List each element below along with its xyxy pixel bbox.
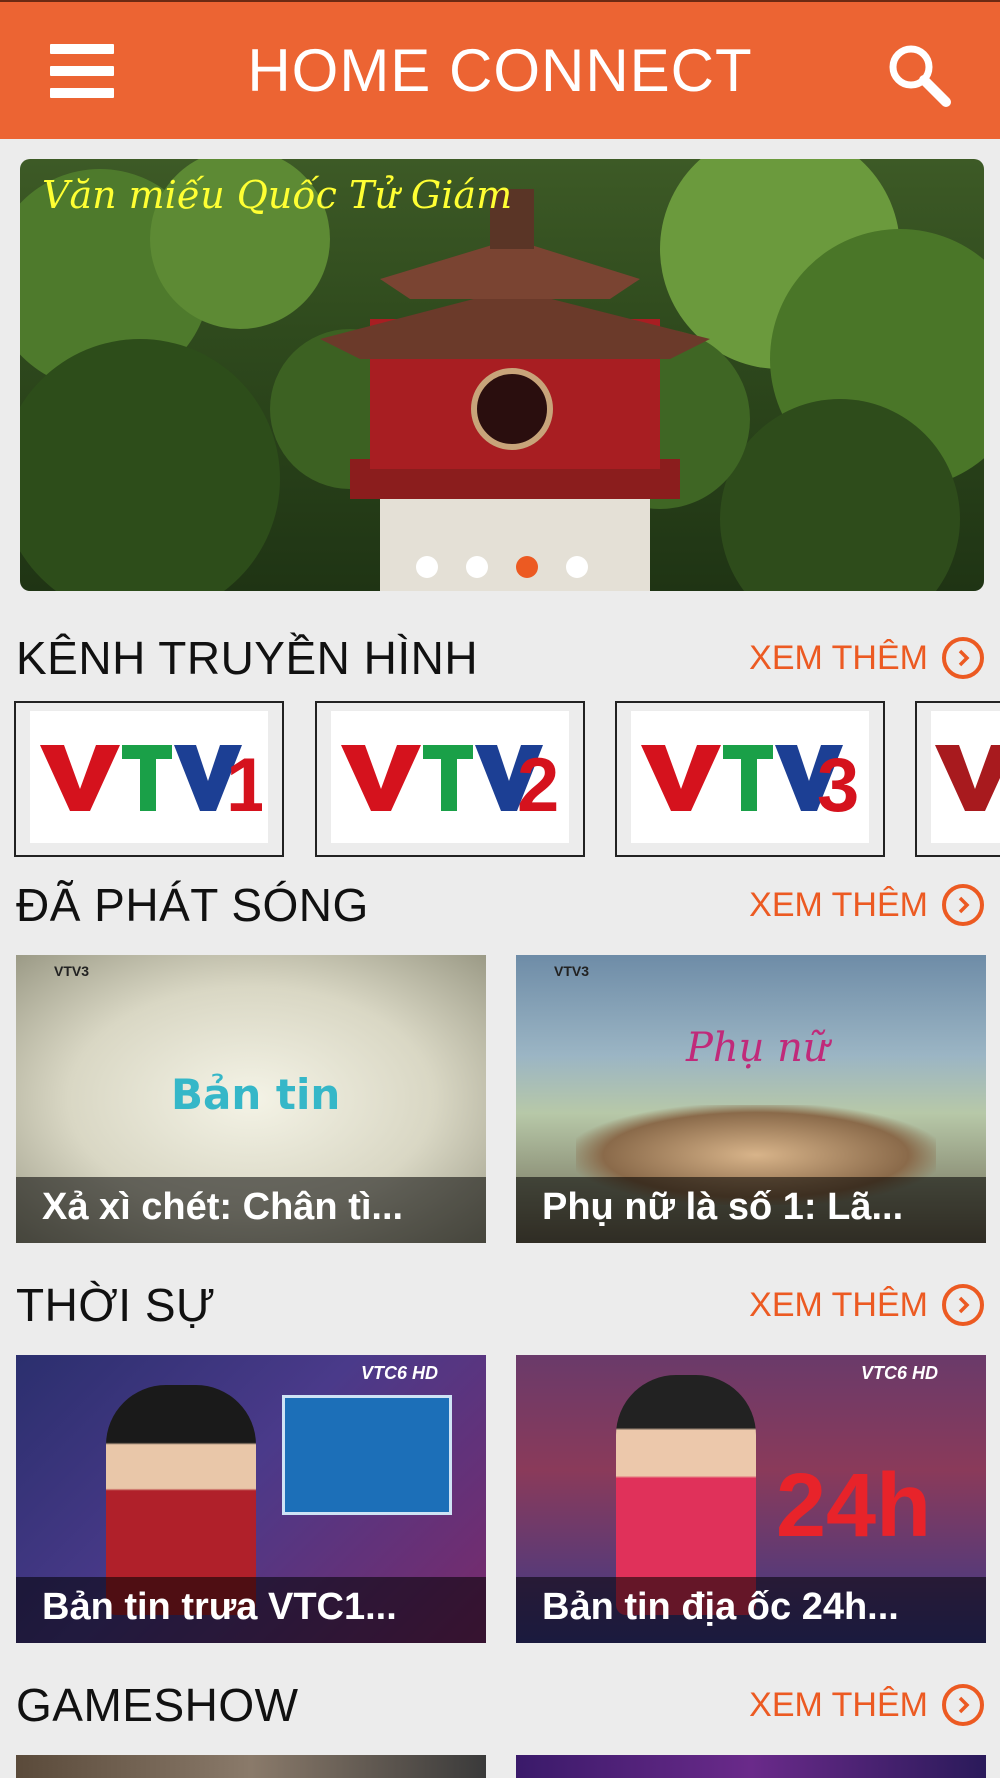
channel-watermark: VTC6 HD — [860, 1363, 938, 1383]
chevron-right-icon — [942, 884, 984, 926]
search-icon[interactable] — [884, 40, 954, 110]
channel-watermark: VTV3 — [54, 963, 90, 979]
see-more-label: XEM THÊM — [749, 1685, 928, 1724]
section-title: THỜI SỰ — [16, 1279, 216, 1331]
show-graphic: Bản tin — [171, 1070, 341, 1119]
see-more-button[interactable]: XEM THÊM — [749, 884, 984, 926]
vtv-logo — [931, 711, 1000, 843]
banner-image — [20, 159, 984, 591]
show-graphic: 24h — [776, 1456, 932, 1556]
video-title: Bản tin trưa VTC1... — [42, 1586, 397, 1628]
channel-vtv-partial[interactable] — [915, 701, 1000, 857]
see-more-button[interactable]: XEM THÊM — [749, 637, 984, 679]
channel-number: 3 — [817, 743, 859, 817]
chevron-right-icon — [942, 1684, 984, 1726]
vtv3-logo: 3 — [631, 711, 869, 843]
news-screen-graphic — [282, 1395, 452, 1515]
video-title: Phụ nữ là số 1: Lã... — [542, 1186, 904, 1228]
see-more-label: XEM THÊM — [749, 1285, 928, 1324]
video-card[interactable]: VTC6 HD 24h Bản tin địa ốc 24h... — [516, 1355, 986, 1643]
banner-dot-3-active[interactable] — [516, 556, 538, 578]
banner-dot-2[interactable] — [466, 556, 488, 578]
vtv2-logo: 2 — [331, 711, 569, 843]
section-title: KÊNH TRUYỀN HÌNH — [16, 632, 479, 684]
banner-pagination — [20, 556, 984, 578]
channel-watermark: VTV3 — [554, 963, 590, 979]
channel-vtv1[interactable]: 1 — [14, 701, 284, 857]
section-title: ĐÃ PHÁT SÓNG — [16, 879, 369, 931]
app-header: HOME CONNECT — [0, 0, 1000, 139]
video-card[interactable] — [516, 1755, 986, 1778]
video-title: Bản tin địa ốc 24h... — [542, 1586, 899, 1628]
channels-section-header: KÊNH TRUYỀN HÌNH XEM THÊM — [16, 628, 984, 688]
app-title: HOME CONNECT — [247, 37, 753, 104]
hamburger-menu-icon[interactable] — [50, 44, 114, 98]
video-card[interactable]: VTV3 Bản tin Xả xì chét: Chân tì... — [16, 955, 486, 1243]
news-section-header: THỜI SỰ XEM THÊM — [16, 1275, 984, 1335]
channel-number: 2 — [517, 743, 559, 817]
banner-dot-1[interactable] — [416, 556, 438, 578]
channel-number: 1 — [226, 743, 262, 817]
video-card[interactable] — [16, 1755, 486, 1778]
chevron-right-icon — [942, 637, 984, 679]
video-title: Xả xì chét: Chân tì... — [42, 1186, 404, 1228]
video-card[interactable]: VTV3 Phụ nữ Phụ nữ là số 1: Lã... — [516, 955, 986, 1243]
video-card[interactable]: VTC6 HD Bản tin trưa VTC1... — [16, 1355, 486, 1643]
gameshow-section-header: GAMESHOW XEM THÊM — [16, 1675, 984, 1735]
see-more-label: XEM THÊM — [749, 885, 928, 924]
section-title: GAMESHOW — [16, 1679, 299, 1731]
channel-vtv3[interactable]: 3 — [615, 701, 885, 857]
featured-banner[interactable]: Văn miếu Quốc Tử Giám — [20, 159, 984, 591]
channel-vtv2[interactable]: 2 — [315, 701, 585, 857]
channel-watermark: VTC6 HD — [360, 1363, 438, 1383]
see-more-label: XEM THÊM — [749, 638, 928, 677]
show-graphic: Phụ nữ — [686, 1025, 829, 1071]
chevron-right-icon — [942, 1284, 984, 1326]
channel-carousel[interactable]: 1 2 3 — [14, 701, 1000, 857]
banner-dot-4[interactable] — [566, 556, 588, 578]
see-more-button[interactable]: XEM THÊM — [749, 1684, 984, 1726]
vtv1-logo: 1 — [30, 711, 268, 843]
banner-caption: Văn miếu Quốc Tử Giám — [42, 173, 513, 217]
see-more-button[interactable]: XEM THÊM — [749, 1284, 984, 1326]
aired-section-header: ĐÃ PHÁT SÓNG XEM THÊM — [16, 875, 984, 935]
